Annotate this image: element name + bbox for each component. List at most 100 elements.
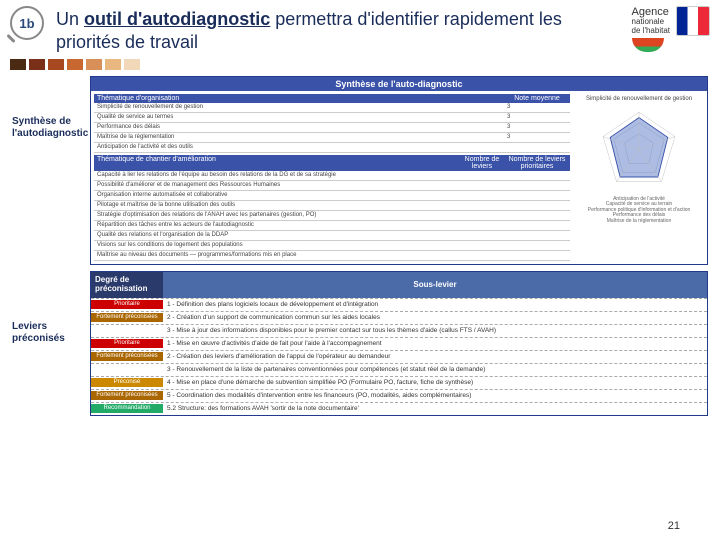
priority-tag [91,369,163,371]
cell-desc: Maîtrise au niveau des documents — progr… [97,252,507,259]
cell-n [507,192,567,199]
table-row: Possibilité d'améliorer et de management… [94,181,570,191]
priority-tag: Préconisé [91,378,163,387]
priority-tag: Recommandation [91,404,163,413]
color-swatch [67,59,83,70]
lever-row: Recommandation5.2 Structure: des formati… [91,402,707,415]
table-row: Qualité de service au termes3 [94,113,570,123]
badge-number: 1b [19,16,34,31]
lever-desc: 1 - Mise en œuvre d'activités d'aide de … [163,339,707,348]
cell-note: 3 [507,124,567,131]
radar-title: Simplicité de renouvellement de gestion [574,96,704,103]
cell-desc: Stratégie d'optimisation des relations d… [97,212,507,219]
cell-theme: Anticipation de l'activité et des outils [97,144,507,151]
cell-desc: Organisation interne automatisée et coll… [97,192,507,199]
synthesis-table: Thématique d'organisation Note moyenne S… [94,94,570,261]
color-swatch [10,59,26,70]
synthesis-panel-title: Synthèse de l'auto-diagnostic [91,77,707,91]
synthesis-subhead: Thématique d'organisation Note moyenne [94,94,570,103]
lever-row: Fortement préconisées2 - Création des le… [91,350,707,363]
lever-row: Prioritaire1 - Mise en œuvre d'activités… [91,337,707,350]
cell-n [507,172,567,179]
lever-desc: 3 - Mise à jour des informations disponi… [163,326,707,335]
priority-tag: Fortement préconisées [91,313,163,322]
levers-head-souslevier: Sous-levier [163,272,707,298]
cell-theme: Performance des délais [97,124,507,131]
cell-n [507,252,567,259]
cell-n [507,212,567,219]
badge-magnifier: 1b [10,6,48,44]
lever-desc: 2 - Création des leviers d'amélioration … [163,352,707,361]
cell-desc: Capacité à lier les relations de l'équip… [97,172,507,179]
cell-n [507,222,567,229]
lever-desc: 5 - Coordination des modalités d'interve… [163,391,707,400]
lever-desc: 1 - Définition des plans logiciels locau… [163,300,707,309]
cell-theme: Maîtrise de la règlementation [97,134,507,141]
side-label-synthesis: Synthèse de l'autodiagnostic [12,76,84,140]
color-swatch [29,59,45,70]
table-row: Maîtrise de la règlementation3 [94,133,570,143]
lever-row: 3 - Mise à jour des informations disponi… [91,324,707,337]
lever-row: Fortement préconisées5 - Coordination de… [91,389,707,402]
levers-panel: Degré de préconisation Sous-levier Prior… [90,271,708,416]
radar-axis-label: Maîtrise de la règlementation [574,219,704,225]
cell-note: 3 [507,114,567,121]
subhead2-c3: Nombre de leviers prioritaires [507,156,567,170]
table-row: Qualité des relations et l'organisation … [94,231,570,241]
radar-panel: Simplicité de renouvellement de gestion [574,94,704,261]
table-row: Performance des délais3 [94,123,570,133]
radar-chart [594,105,684,195]
lever-row: Fortement préconisées2 - Création d'un s… [91,311,707,324]
synthesis-panel-body: Thématique d'organisation Note moyenne S… [91,91,707,264]
lever-desc: 3 - Renouvellement de la liste de parten… [163,365,707,374]
lever-row: Préconisé4 - Mise en place d'une démarch… [91,376,707,389]
page-number: 21 [668,520,680,532]
synthesis-subhead2: Thématique de chantier d'amélioration No… [94,155,570,171]
subhead-c2: Note moyenne [507,95,567,102]
color-swatch [48,59,64,70]
table-row: Maîtrise au niveau des documents — progr… [94,251,570,261]
color-swatch [124,59,140,70]
section-levers: Leviers préconisés Degré de préconisatio… [12,271,708,416]
cell-n [507,182,567,189]
table-row: Anticipation de l'activité et des outils [94,143,570,153]
slide-title: Un outil d'autodiagnostic permettra d'id… [56,6,624,53]
table-row: Pilotage et maîtrise de la bonne utilisa… [94,201,570,211]
cell-theme: Simplicité de renouvellement de gestion [97,104,507,111]
cell-desc: Pilotage et maîtrise de la bonne utilisa… [97,202,507,209]
table-row: Répartition des tâches entre les acteurs… [94,221,570,231]
cell-n [507,232,567,239]
priority-tag: Prioritaire [91,300,163,309]
cell-note: 3 [507,104,567,111]
color-swatch [105,59,121,70]
section-synthesis: Synthèse de l'autodiagnostic Synthèse de… [12,76,708,265]
cell-note [507,144,567,151]
table-row: Visions sur les conditions de logement d… [94,241,570,251]
cell-desc: Répartition des tâches entre les acteurs… [97,222,507,229]
lever-row: Prioritaire1 - Définition des plans logi… [91,298,707,311]
title-keyword: outil d'autodiagnostic [84,9,270,29]
priority-tag: Fortement préconisées [91,391,163,400]
table-row: Capacité à lier les relations de l'équip… [94,171,570,181]
cell-n [507,202,567,209]
slide-content: Synthèse de l'autodiagnostic Synthèse de… [0,72,720,416]
swoosh-icon [632,38,664,52]
priority-tag: Prioritaire [91,339,163,348]
subhead2-c2: Nombre de leviers [457,156,507,170]
logo-text: Agence nationale de l'habitat [632,6,670,52]
lever-desc: 4 - Mise en place d'une démarche de subv… [163,378,707,387]
table-row: Stratégie d'optimisation des relations d… [94,211,570,221]
magnifier-icon: 1b [10,6,44,40]
french-flag-icon [676,6,710,36]
cell-note: 3 [507,134,567,141]
table-row: Simplicité de renouvellement de gestion3 [94,103,570,113]
title-prefix: Un [56,9,84,29]
subhead-c1: Thématique d'organisation [97,95,507,102]
slide-header: 1b Un outil d'autodiagnostic permettra d… [0,0,720,57]
lever-row: 3 - Renouvellement de la liste de parten… [91,363,707,376]
flag-logo [676,6,710,36]
color-strip [0,57,720,72]
subhead2-c1: Thématique de chantier d'amélioration [97,156,457,170]
priority-tag [91,330,163,332]
cell-n [507,242,567,249]
